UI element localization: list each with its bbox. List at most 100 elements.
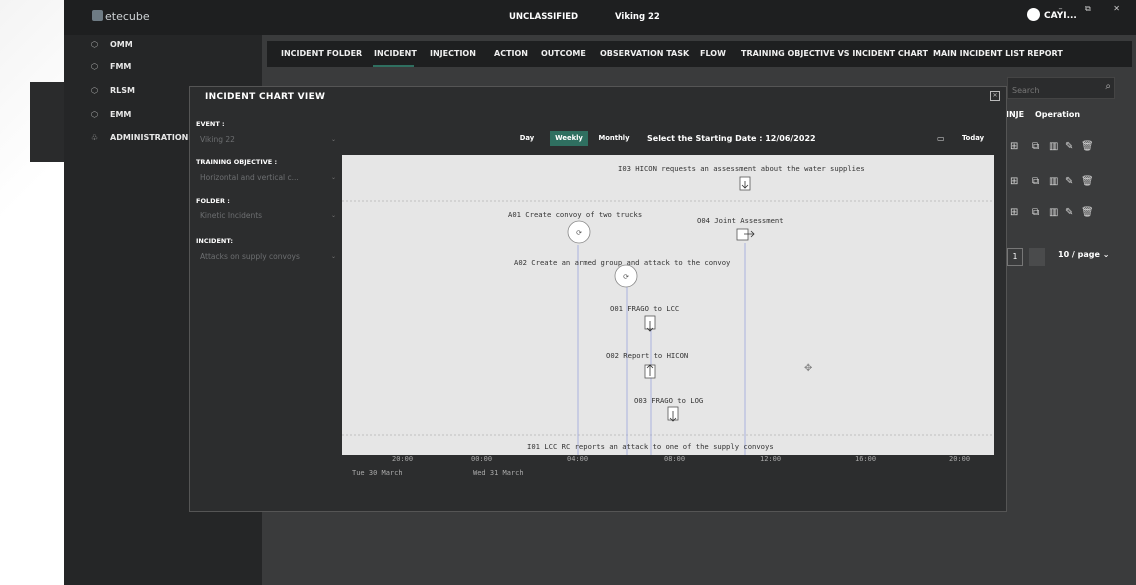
weekly-view-button[interactable]: Weekly: [550, 131, 588, 146]
sidebar-item-label: OMM: [110, 40, 133, 49]
observation-down-icon[interactable]: [644, 315, 656, 332]
timeline-label-i03: I03 HICON requests an assessment about t…: [618, 164, 865, 173]
tab-main-incident-list-report[interactable]: MAIN INCIDENT LIST REPORT: [933, 49, 1063, 58]
page-size-select[interactable]: 10 / page ⌄: [1058, 250, 1109, 259]
top-bar: etecube UNCLASSIFIED Viking 22 CAYI... –…: [64, 0, 1136, 35]
timeline-label-o03: O03 FRAGO to LOG: [634, 396, 703, 405]
modal-title: INCIDENT CHART VIEW: [205, 92, 326, 102]
page-1-button[interactable]: 1: [1007, 248, 1023, 266]
calendar-icon[interactable]: ▭: [937, 131, 945, 146]
tab-injection[interactable]: INJECTION: [430, 49, 476, 58]
observation-right-icon[interactable]: [736, 228, 755, 241]
table-row: ⊞ ⧉ ▥ ✎ 🗑︎: [1008, 172, 1114, 194]
timeline-label-o04: O04 Joint Assessment: [697, 216, 784, 225]
event-name: Viking 22: [615, 12, 660, 22]
add-injection-icon[interactable]: ⧉: [1032, 141, 1039, 152]
timeline-label-o01: O01 FRAGO to LCC: [610, 304, 679, 313]
incident-timeline-chart: I03 HICON requests an assessment about t…: [342, 155, 994, 481]
sidebar-item-label: EMM: [110, 110, 132, 119]
tab-flow[interactable]: FLOW: [700, 49, 726, 58]
folder-label: FOLDER :: [196, 197, 230, 205]
injection-down-icon[interactable]: [739, 176, 751, 191]
expand-icon[interactable]: ⊞: [1010, 207, 1018, 218]
next-page-button[interactable]: [1029, 248, 1045, 266]
sidebar-item-label: RLSM: [110, 86, 135, 95]
tab-training-objective-vs-incident-chart[interactable]: TRAINING OBJECTIVE VS INCIDENT CHART: [741, 49, 928, 58]
book-icon[interactable]: ▥: [1049, 141, 1058, 152]
logo-text: etecube: [105, 10, 150, 23]
app-logo[interactable]: etecube: [92, 10, 150, 23]
folder-value: Kinetic Incidents: [200, 211, 263, 220]
app-window: etecube UNCLASSIFIED Viking 22 CAYI... –…: [64, 0, 1136, 585]
search-input[interactable]: [1008, 81, 1096, 100]
tab-observation-task[interactable]: OBSERVATION TASK: [600, 49, 689, 58]
page-size-value: 10 / page: [1058, 250, 1100, 259]
expand-icon[interactable]: ⊞: [1010, 176, 1018, 187]
sidebar-item-omm[interactable]: ⬡ OMM: [91, 40, 133, 54]
time-tick: 04:00: [567, 455, 588, 463]
tab-incident[interactable]: INCIDENT: [374, 49, 417, 58]
incident-chart-modal: INCIDENT CHART VIEW ✕ EVENT : Viking 22 ⌄…: [189, 86, 1007, 512]
logo-icon: [92, 10, 103, 21]
delete-icon[interactable]: 🗑︎: [1081, 141, 1094, 152]
date-label: Wed 31 March: [473, 469, 524, 477]
cube-icon: ⬡: [91, 40, 98, 49]
timeline-label-a01: A01 Create convoy of two trucks: [508, 210, 642, 219]
classification-label: UNCLASSIFIED: [509, 12, 579, 22]
sidebar-item-rlsm[interactable]: ⬡ RLSM: [91, 86, 135, 100]
incident-select[interactable]: Attacks on supply convoys ⌄: [196, 248, 340, 265]
incident-label: INCIDENT:: [196, 237, 234, 245]
action-icon[interactable]: ⟳: [567, 220, 591, 244]
observation-down-icon[interactable]: [667, 406, 679, 422]
training-objective-select[interactable]: Horizontal and vertical c... ⌄: [196, 169, 340, 186]
time-tick: 20:00: [949, 455, 970, 463]
chevron-down-icon: ⌄: [330, 136, 336, 143]
today-button[interactable]: Today: [956, 131, 990, 146]
sidebar-item-emm[interactable]: ⬡ EMM: [91, 110, 131, 124]
tab-outcome[interactable]: OUTCOME: [541, 49, 586, 58]
expand-icon[interactable]: ⊞: [1010, 141, 1018, 152]
sidebar-item-label: ADMINISTRATION: [110, 133, 189, 142]
delete-icon[interactable]: 🗑︎: [1081, 176, 1094, 187]
timeline-label-o02: O02 Report to HICON: [606, 351, 688, 360]
book-icon[interactable]: ▥: [1049, 176, 1058, 187]
delete-icon[interactable]: 🗑︎: [1081, 207, 1094, 218]
cube-icon: ⬡: [91, 86, 98, 95]
column-header-inje[interactable]: INJE: [1006, 110, 1024, 119]
book-icon[interactable]: ▥: [1049, 207, 1058, 218]
window-controls[interactable]: – ⧉ ✕: [1058, 4, 1130, 14]
tab-action[interactable]: ACTION: [494, 49, 528, 58]
day-view-button[interactable]: Day: [510, 131, 544, 146]
table-row: ⊞ ⧉ ▥ ✎ 🗑︎: [1008, 203, 1114, 225]
date-label: Tue 30 March: [352, 469, 403, 477]
edit-icon[interactable]: ✎: [1065, 207, 1073, 218]
timeline-canvas: I03 HICON requests an assessment about t…: [342, 164, 994, 481]
sidebar-item-administration[interactable]: ♧ ADMINISTRATION: [91, 133, 188, 147]
close-icon[interactable]: ✕: [990, 91, 1000, 101]
observation-up-icon[interactable]: [644, 364, 656, 379]
time-tick: 12:00: [760, 455, 781, 463]
column-header-operation[interactable]: Operation: [1035, 110, 1080, 119]
edit-icon[interactable]: ✎: [1065, 141, 1073, 152]
active-tab-indicator: [373, 65, 414, 67]
svg-text:⟳: ⟳: [623, 273, 629, 281]
monthly-view-button[interactable]: Monthly: [594, 131, 634, 146]
edit-icon[interactable]: ✎: [1065, 176, 1073, 187]
sidebar-item-fmm[interactable]: ⬡ FMM: [91, 62, 131, 76]
chevron-down-icon: ⌄: [330, 174, 336, 181]
event-value: Viking 22: [200, 135, 235, 144]
event-select[interactable]: Viking 22 ⌄: [196, 131, 340, 148]
add-injection-icon[interactable]: ⧉: [1032, 207, 1039, 218]
action-icon[interactable]: ⟳: [614, 264, 638, 288]
move-cursor-icon: ✥: [804, 363, 812, 374]
chevron-down-icon: ⌄: [330, 253, 336, 260]
incident-value: Attacks on supply convoys: [200, 252, 300, 261]
tab-incident-folder[interactable]: INCIDENT FOLDER: [281, 49, 362, 58]
search-box: ⌕: [1007, 77, 1115, 100]
folder-select[interactable]: Kinetic Incidents ⌄: [196, 207, 340, 224]
training-objective-label: TRAINING OBJECTIVE :: [196, 158, 278, 166]
starting-date-picker[interactable]: Select the Starting Date : 12/06/2022: [647, 131, 816, 146]
user-icon: [1027, 8, 1040, 21]
search-icon[interactable]: ⌕: [1105, 81, 1111, 92]
add-injection-icon[interactable]: ⧉: [1032, 176, 1039, 187]
